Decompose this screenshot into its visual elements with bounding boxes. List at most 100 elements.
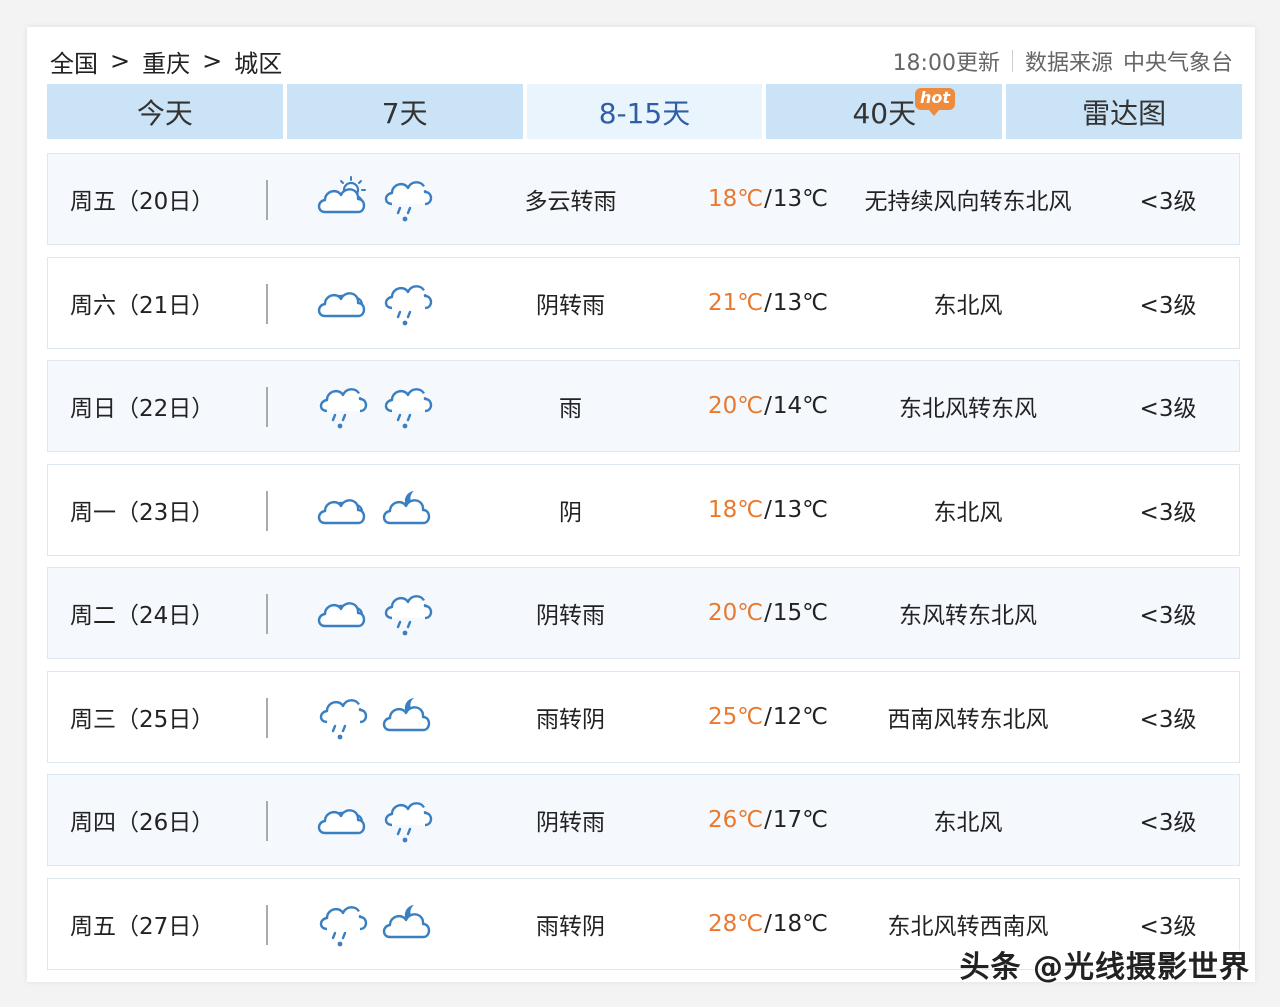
temperature-range: 25℃/12℃ — [703, 672, 833, 762]
row-divider — [266, 180, 268, 220]
weather-description: 雨转阴 — [536, 706, 605, 733]
wind-direction: 无持续风向转东北风 — [864, 189, 1072, 215]
temperature-separator: / — [764, 186, 772, 212]
wind-direction: 西南风转东北风 — [887, 706, 1049, 733]
temperature-separator: / — [764, 393, 772, 419]
temperature-range: 20℃/15℃ — [703, 568, 833, 658]
temperature-separator: / — [764, 496, 772, 523]
tab-40-days[interactable]: 40天 hot — [766, 84, 1003, 139]
overcast-icon — [313, 465, 369, 555]
temperature-high: 20℃ — [708, 600, 764, 626]
wind-direction: 东风转东北风 — [899, 603, 1037, 629]
cloud-moon-icon — [378, 879, 434, 969]
wind-direction: 东北风 — [933, 292, 1003, 319]
forecast-row[interactable]: 周六（21日） 阴转雨 21℃/13℃ 东北风 <3级 — [47, 256, 1240, 349]
wind-level: <3级 — [1139, 189, 1197, 215]
data-source-label: 数据来源 — [1024, 51, 1113, 76]
weather-description: 阴转雨 — [536, 292, 605, 319]
tab-label: 8-15天 — [598, 96, 691, 130]
breadcrumb-item-district: 城区 — [234, 49, 283, 78]
forecast-row[interactable]: 周二（24日） 阴转雨 20℃/15℃ 东风转东北风 <3级 — [47, 567, 1240, 659]
forecast-day: 周五（27日） — [70, 913, 215, 940]
weather-description: 雨转阴 — [536, 913, 605, 940]
temperature-range: 26℃/17℃ — [703, 775, 833, 865]
overcast-icon — [313, 568, 369, 658]
temperature-low: 18℃ — [772, 910, 828, 937]
tab-label: 今天 — [136, 96, 193, 130]
temperature-low: 13℃ — [772, 289, 828, 316]
cloud-rain-icon — [378, 154, 434, 244]
breadcrumb-separator: > — [110, 47, 131, 75]
tab-label: 7天 — [381, 96, 428, 130]
weather-description: 阴转雨 — [536, 603, 605, 629]
temperature-separator: / — [764, 600, 772, 626]
partly-cloudy-sun-icon — [313, 154, 369, 244]
temperature-high: 18℃ — [708, 496, 764, 523]
wind-level: <3级 — [1139, 810, 1197, 836]
forecast-day: 周一（23日） — [70, 499, 215, 526]
weather-description: 雨 — [559, 396, 582, 422]
weather-description: 阴 — [559, 499, 582, 526]
overcast-icon — [313, 258, 369, 348]
wind-level: <3级 — [1139, 396, 1197, 422]
tab-radar[interactable]: 雷达图 — [1006, 84, 1242, 139]
cloud-rain-icon — [378, 258, 434, 348]
temperature-separator: / — [764, 703, 772, 730]
cloud-rain-icon — [378, 361, 434, 451]
temperature-low: 15℃ — [772, 600, 828, 626]
data-source: 中央气象台 — [1122, 51, 1233, 76]
weather-description: 阴转雨 — [536, 810, 605, 836]
temperature-high: 25℃ — [708, 703, 764, 730]
temperature-low: 13℃ — [772, 496, 828, 523]
temperature-low: 14℃ — [772, 393, 828, 419]
forecast-tabs: 今天 7天 8-15天 40天 hot 雷达图 — [47, 84, 1242, 139]
cloud-moon-icon — [378, 672, 434, 762]
cloud-rain-icon — [313, 672, 369, 762]
wind-direction: 东北风转东风 — [899, 396, 1037, 422]
forecast-row[interactable]: 周四（26日） 阴转雨 26℃/17℃ 东北风 <3级 — [47, 774, 1240, 866]
forecast-row[interactable]: 周三（25日） 雨转阴 25℃/12℃ 西南风转东北风 <3级 — [47, 670, 1240, 763]
breadcrumb-item-country[interactable]: 全国 — [50, 44, 98, 79]
wind-direction: 东北风 — [933, 499, 1003, 526]
forecast-day: 周日（22日） — [70, 396, 215, 422]
breadcrumb-item-city[interactable]: 重庆 — [142, 44, 190, 79]
wind-level: <3级 — [1139, 292, 1197, 319]
tab-label: 雷达图 — [1082, 96, 1167, 130]
weather-description: 多云转雨 — [524, 189, 617, 215]
hot-badge: hot — [914, 88, 955, 116]
forecast-day: 周四（26日） — [70, 810, 215, 836]
overcast-icon — [313, 775, 369, 865]
update-info: 18:00更新 数据来源 中央气象台 — [893, 44, 1233, 78]
row-divider — [266, 594, 268, 634]
forecast-row[interactable]: 周一（23日） 阴 18℃/13℃ 东北风 <3级 — [47, 463, 1240, 556]
temperature-low: 13℃ — [772, 186, 828, 212]
row-divider — [266, 490, 268, 531]
row-divider — [266, 697, 268, 738]
temperature-range: 20℃/14℃ — [703, 361, 833, 451]
row-divider — [266, 801, 268, 841]
forecast-row[interactable]: 周日（22日） 雨 20℃/14℃ 东北风转东风 <3级 — [47, 360, 1240, 452]
forecast-day: 周三（25日） — [70, 706, 215, 733]
tab-7-days[interactable]: 7天 — [286, 84, 523, 139]
row-divider — [266, 904, 268, 945]
forecast-row[interactable]: 周五（20日） 多云转雨 18℃/13℃ 无持续风向转东北风 <3级 — [47, 153, 1240, 245]
temperature-range: 21℃/13℃ — [703, 258, 833, 348]
temperature-high: 26℃ — [708, 807, 764, 833]
temperature-high: 28℃ — [708, 910, 764, 937]
cloud-moon-icon — [378, 465, 434, 555]
temperature-separator: / — [764, 807, 772, 833]
tab-8-15-days[interactable]: 8-15天 — [526, 84, 763, 139]
tab-today[interactable]: 今天 — [47, 84, 283, 139]
temperature-separator: / — [764, 289, 772, 316]
tab-label: 40天 — [852, 96, 917, 130]
wind-direction: 东北风 — [933, 810, 1003, 836]
cloud-rain-icon — [378, 775, 434, 865]
temperature-range: 18℃/13℃ — [703, 465, 833, 555]
temperature-low: 12℃ — [772, 703, 828, 730]
wind-level: <3级 — [1139, 603, 1197, 629]
update-time: 18:00更新 — [892, 51, 1000, 76]
row-divider — [266, 283, 268, 324]
temperature-high: 21℃ — [708, 289, 764, 316]
temperature-range: 28℃/18℃ — [703, 879, 833, 969]
wind-level: <3级 — [1139, 706, 1197, 733]
